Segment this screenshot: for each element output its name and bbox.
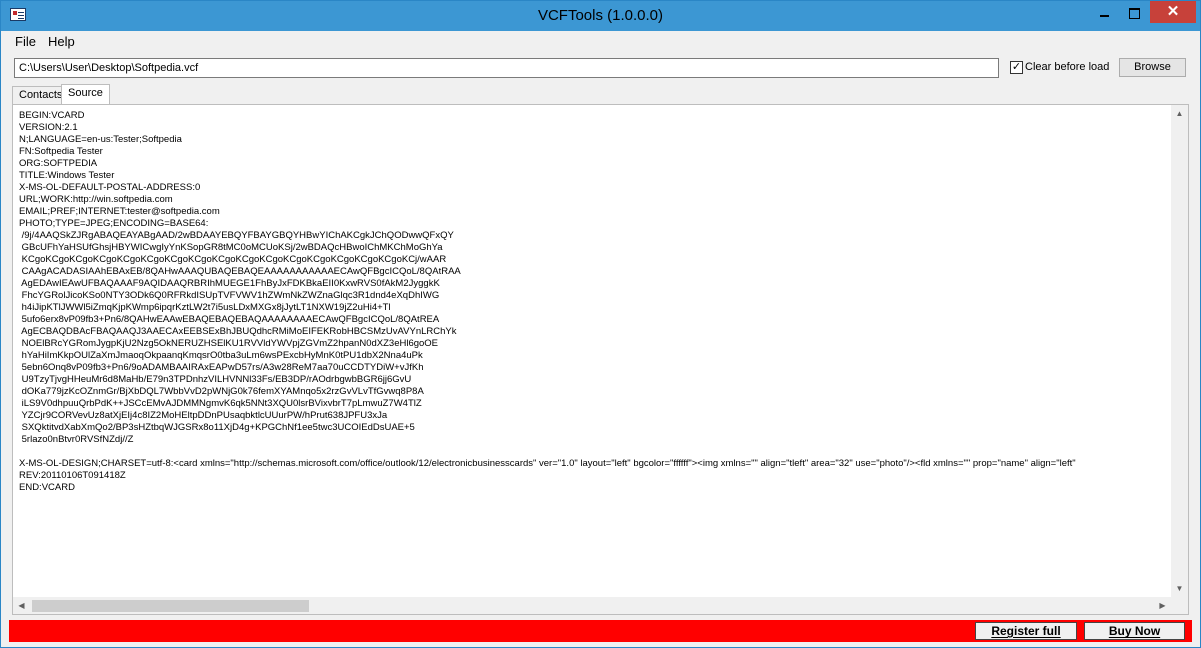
horizontal-scroll-thumb[interactable] (32, 600, 309, 612)
close-button[interactable]: ✕ (1150, 1, 1196, 23)
source-editor[interactable]: BEGIN:VCARD VERSION:2.1 N;LANGUAGE=en-us:T… (12, 104, 1189, 615)
source-line: 5ufo6erx8vP09fb3+Pn6/8QAHwEAAwEBAQEBAQEB… (19, 314, 440, 325)
source-line: /9j/4AAQSkZJRgABAQEAYABgAAD/2wBDAAYEBQYF… (19, 230, 454, 241)
maximize-icon (1128, 7, 1140, 19)
source-line: U9TzyTjvgHHeuMr6d8MaHb/E79n3TPDnhzVILHVN… (19, 374, 412, 385)
source-line: FN:Softpedia Tester (19, 146, 103, 157)
minimize-button[interactable] (1089, 1, 1119, 23)
menu-help[interactable]: Help (48, 34, 75, 49)
scroll-up-icon[interactable]: ▲ (1171, 105, 1188, 122)
source-line: BEGIN:VCARD (19, 110, 85, 121)
source-line: REV:20110106T091418Z (19, 470, 126, 481)
source-line: AgEDAwIEAwUFBAQAAAF9AQIDAAQRBRIhMUEGE1Fh… (19, 278, 440, 289)
vertical-scrollbar[interactable]: ▲ ▼ (1171, 105, 1188, 597)
register-full-button[interactable]: Register full (975, 622, 1077, 640)
app-window: VCFTools (1.0.0.0) ✕ File Help C:\Users\… (0, 0, 1201, 648)
source-line: KCgoKCgoKCgoKCgoKCgoKCgoKCgoKCgoKCgoKCgo… (19, 254, 447, 265)
scroll-left-icon[interactable]: ◀ (13, 597, 30, 614)
source-line: dOKa779jzKcOZnmGr/BjXbDQL7WbbVvD2pWNjG0k… (19, 386, 424, 397)
source-line: PHOTO;TYPE=JPEG;ENCODING=BASE64: (19, 218, 209, 229)
source-line: URL;WORK:http://win.softpedia.com (19, 194, 173, 205)
maximize-button[interactable] (1119, 1, 1149, 23)
scroll-right-icon[interactable]: ▶ (1154, 597, 1171, 614)
source-text-area[interactable]: BEGIN:VCARD VERSION:2.1 N;LANGUAGE=en-us:T… (19, 110, 1168, 594)
file-path-field[interactable]: C:\Users\User\Desktop\Softpedia.vcf (14, 58, 999, 78)
register-full-label: Register full (991, 624, 1061, 638)
browse-button[interactable]: Browse (1119, 58, 1186, 77)
source-line: FhcYGRolJicoKSo0NTY3ODk6Q0RFRkdISUpTVFVW… (19, 290, 440, 301)
buy-now-button[interactable]: Buy Now (1084, 622, 1185, 640)
source-line: END:VCARD (19, 482, 75, 493)
source-line: ORG:SOFTPEDIA (19, 158, 98, 169)
tab-source[interactable]: Source (61, 84, 110, 104)
title-bar[interactable]: VCFTools (1.0.0.0) ✕ (1, 1, 1200, 31)
close-icon: ✕ (1166, 3, 1180, 20)
source-line: 5rlazo0nBtvr0RVSfNZdj//Z (19, 434, 134, 445)
menu-bar: File Help (1, 31, 1200, 52)
source-line: TITLE:Windows Tester (19, 170, 115, 181)
minimize-icon (1099, 15, 1109, 18)
source-line: iLS9V0dhpuuQrbPdK++JSCcEMvAJDMMNgmvK6qk5… (19, 398, 422, 409)
source-line: hYaHiImKkpOUlZaXmJmaoqOkpaanqKmqsrO0tba3… (19, 350, 423, 361)
source-line: EMAIL;PREF;INTERNET:tester@softpedia.com (19, 206, 220, 217)
register-bar: Register full Buy Now (9, 620, 1192, 642)
source-line: GBcUFhYaHSUfGhsjHBYWICwgIyYnKSopGR8tMC0o… (19, 242, 443, 253)
window-title: VCFTools (1.0.0.0) (537, 7, 664, 24)
buy-now-label: Buy Now (1108, 624, 1161, 638)
source-line: X-MS-OL-DEFAULT-POSTAL-ADDRESS:0 (19, 182, 201, 193)
scroll-corner (1171, 597, 1188, 614)
source-line: 5ebn6Onq8vP09fb3+Pn6/9oADAMBAAIRAxEAPwD5… (19, 362, 424, 373)
source-line: VERSION:2.1 (19, 122, 78, 133)
menu-file[interactable]: File (15, 34, 36, 49)
source-line (19, 446, 1168, 458)
source-line: X-MS-OL-DESIGN;CHARSET=utf-8:<card xmlns… (19, 458, 1076, 469)
source-line: N;LANGUAGE=en-us:Tester;Softpedia (19, 134, 182, 145)
source-line: SXQktitvdXabXmQo2/BP3sHZtbqWJGSRx8o11XjD… (19, 422, 415, 433)
source-line: h4iJipKTlJWWl5iZmqKjpKWmp6ipqrKztLW2t7i5… (19, 302, 391, 313)
source-line: CAAgACADASIAAhEBAxEB/8QAHwAAAQUBAQEBAQEA… (19, 266, 461, 277)
horizontal-scrollbar[interactable]: ◀ ▶ (13, 597, 1171, 614)
scroll-down-icon[interactable]: ▼ (1171, 580, 1188, 597)
clear-before-load-label[interactable]: Clear before load (1025, 61, 1109, 73)
source-line: AgECBAQDBAcFBAQAAQJ3AAECAxEEBSExBhJBUQdh… (19, 326, 457, 337)
source-line: YZCjr9CORVevUz8atXjEIj4c8IZ2MoHEltpDDnPU… (19, 410, 388, 421)
clear-before-load-checkbox[interactable]: ✓ (1010, 61, 1023, 74)
source-line: NOElBRcYGRomJygpKjU2Nzg5OkNERUZHSElKU1RV… (19, 338, 439, 349)
